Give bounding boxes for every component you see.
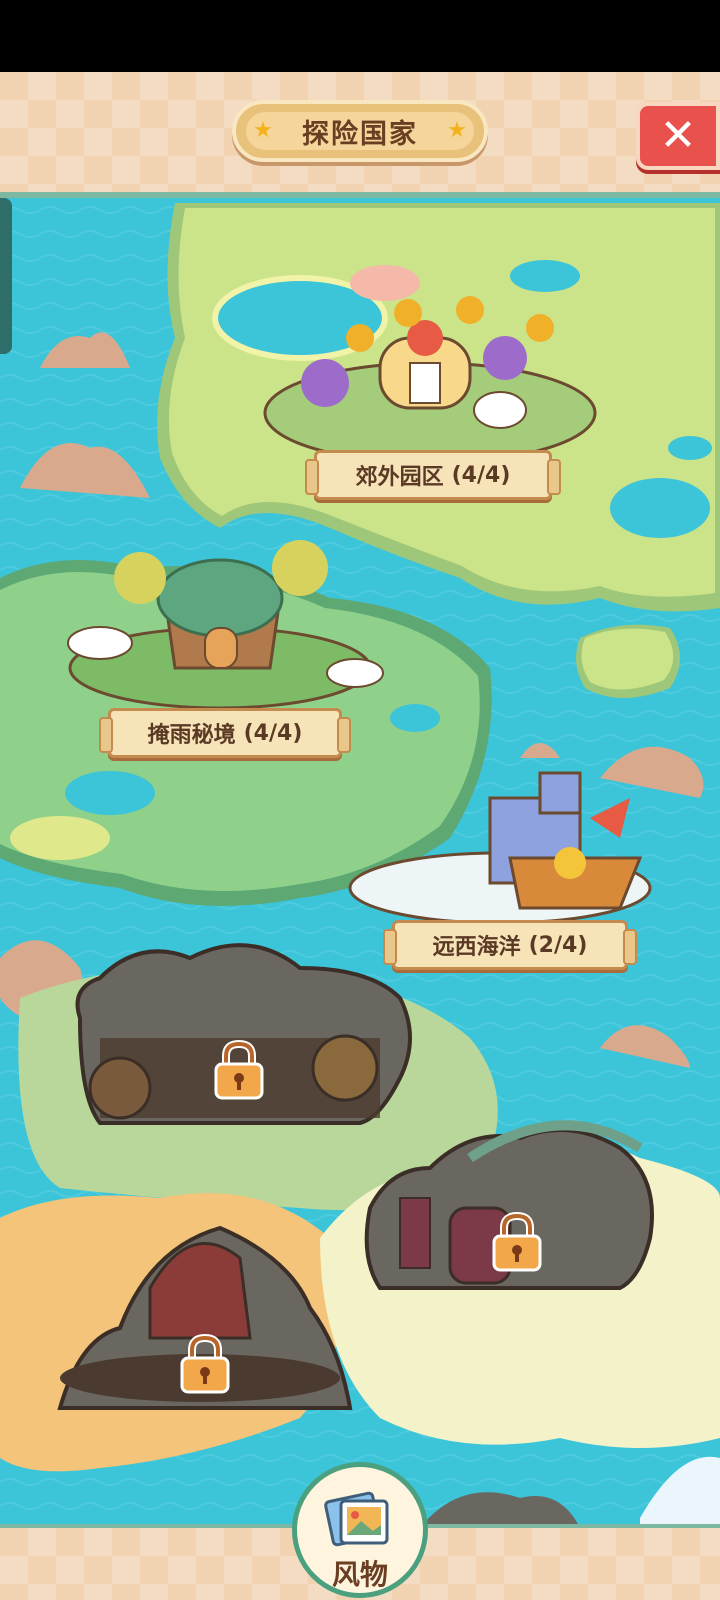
region-label-rain-realm[interactable]: 掩雨秘境 (4/4) [99, 708, 351, 758]
region-progress: (4/4) [243, 720, 303, 746]
region-progress: (4/4) [451, 462, 511, 488]
status-bar [0, 0, 720, 72]
game-screen: ★ 探险国家 ★ ✕ 郊外园区 (4/4) 掩雨秘境 (4/4) 远西海洋 (2… [0, 0, 720, 1600]
padlock-icon[interactable] [178, 1334, 232, 1394]
title-badge: ★ 探险国家 ★ [232, 100, 488, 162]
close-x-icon: ✕ [659, 110, 697, 161]
page-title: 探险国家 [302, 118, 418, 150]
padlock-icon[interactable] [490, 1212, 544, 1272]
photo-album-icon [324, 1491, 389, 1547]
region-label-suburb[interactable]: 郊外园区 (4/4) [305, 450, 561, 500]
region-name: 掩雨秘境 [147, 723, 236, 748]
souvenir-label: 风物 [331, 1558, 388, 1591]
region-name: 远西海洋 [432, 935, 521, 960]
souvenir-button[interactable]: 风物 [292, 1462, 428, 1598]
close-button[interactable]: ✕ [636, 102, 720, 170]
side-drawer-tab[interactable] [0, 198, 12, 354]
star-icon: ★ [253, 118, 273, 143]
region-progress: (2/4) [528, 932, 588, 958]
region-label-far-west-ocean[interactable]: 远西海洋 (2/4) [383, 920, 637, 970]
star-icon: ★ [447, 118, 467, 143]
padlock-icon[interactable] [212, 1040, 266, 1100]
region-name: 郊外园区 [355, 465, 444, 490]
world-map [0, 198, 720, 1528]
